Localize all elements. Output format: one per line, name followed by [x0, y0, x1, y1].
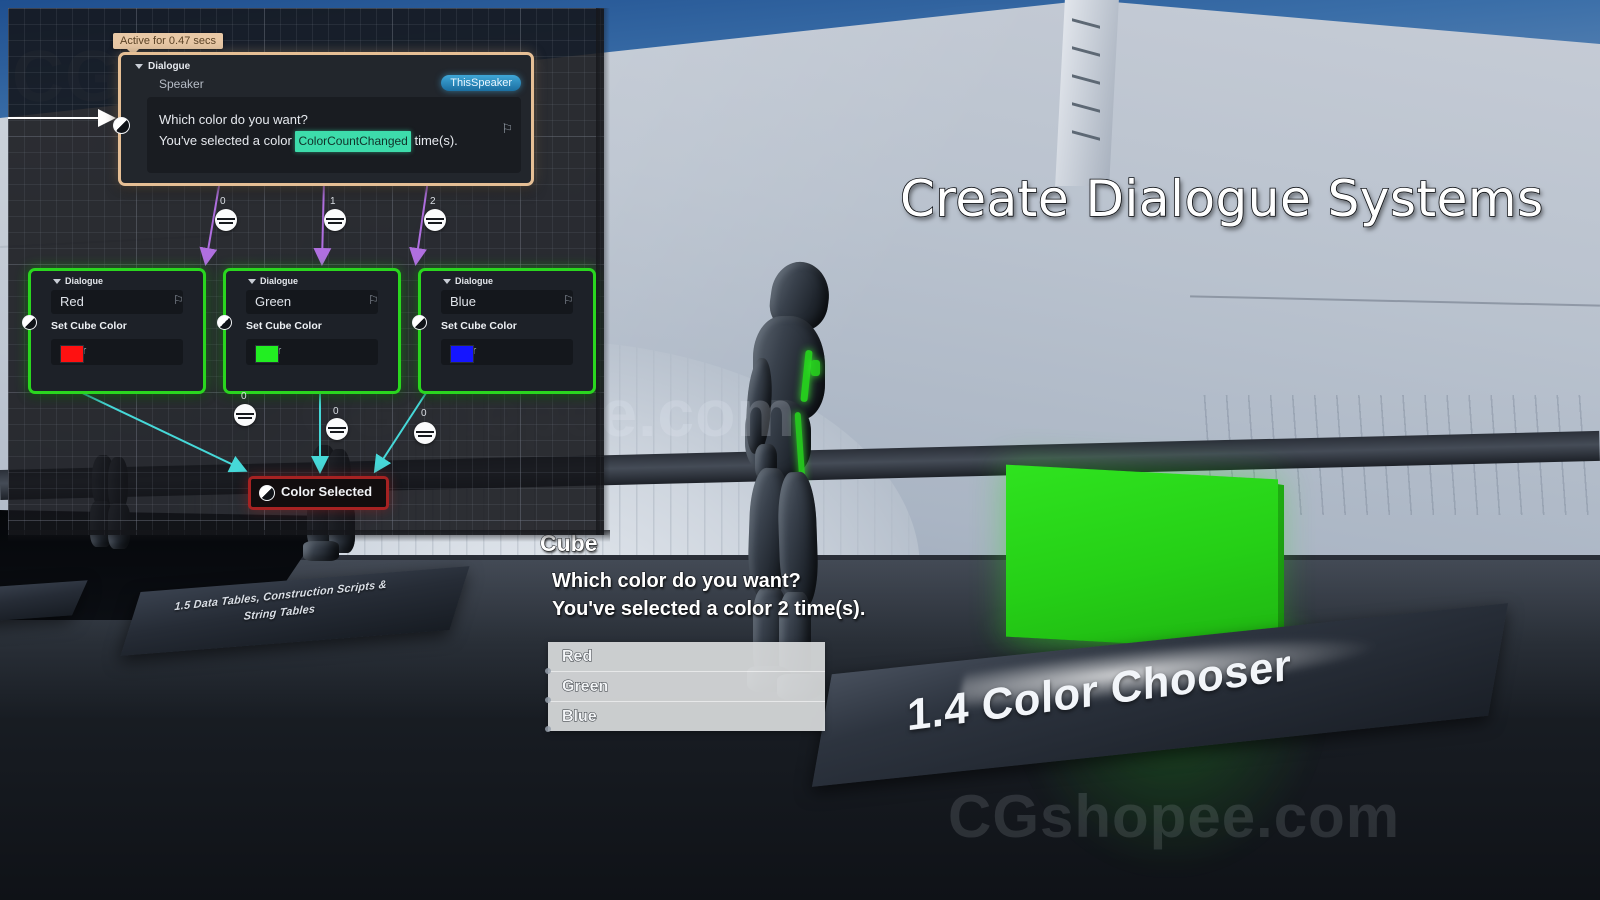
node-header: Dialogue	[135, 61, 190, 72]
color-selected-node[interactable]: Color Selected	[248, 476, 389, 510]
node-action-title: Set Cube Color	[51, 320, 127, 332]
color-selected-label: Color Selected	[281, 484, 373, 499]
node-header-label: Dialogue	[148, 61, 191, 72]
dialogue-choice-red[interactable]: Red	[548, 642, 825, 672]
dialogue-root-node[interactable]: Dialogue Speaker ThisSpeaker Which color…	[113, 52, 534, 186]
option-text: Green	[255, 294, 292, 309]
node-text-suffix: time(s).	[414, 133, 458, 148]
active-for-tooltip: Active for 0.47 secs	[113, 33, 223, 55]
speaker-label: Speaker	[159, 77, 204, 91]
reroute-pin-2-icon[interactable]	[424, 209, 446, 231]
reroute-pin-0-icon[interactable]	[215, 209, 237, 231]
lower-reroute-index-0: 0	[241, 391, 247, 402]
color-node-red[interactable]: Dialogue Red ⚐ Set Cube Color Color	[22, 268, 206, 394]
color-param-row: Color	[441, 339, 573, 365]
option-text-field[interactable]: Red	[51, 290, 183, 314]
pillar	[1055, 0, 1119, 186]
option-text: Red	[60, 294, 84, 309]
collapse-triangle-icon[interactable]	[248, 278, 256, 284]
node-dialogue-text: Which color do you want? You've selected…	[159, 109, 458, 152]
dialogue-choice-list[interactable]: Red Green Blue	[545, 642, 825, 732]
graph-right-fade	[596, 8, 610, 535]
collapse-triangle-icon[interactable]	[53, 278, 61, 284]
mannequin-foot	[303, 541, 339, 561]
option-text-field[interactable]: Blue	[441, 290, 573, 314]
variable-chip-colorcountchanged[interactable]: ColorCountChanged	[295, 131, 411, 152]
graph-bottom-fade	[8, 530, 610, 542]
exec-pin-icon[interactable]	[259, 485, 275, 501]
reroute-index-2: 2	[430, 196, 436, 207]
flag-icon: ⚐	[501, 121, 513, 136]
node-action-title: Set Cube Color	[246, 320, 322, 332]
node-header: Dialogue	[248, 276, 298, 286]
node-text-prefix: You've selected a color	[159, 133, 292, 148]
color-swatch-green[interactable]	[255, 345, 279, 363]
color-cube	[1006, 464, 1278, 652]
collapse-triangle-icon[interactable]	[135, 64, 143, 69]
blueprint-graph-overlay[interactable]: Active for 0.47 secs Dialogue Speaker Th…	[8, 8, 604, 535]
node-header-label: Dialogue	[260, 276, 299, 286]
option-text-field[interactable]: Green	[246, 290, 378, 314]
node-header-label: Dialogue	[455, 276, 494, 286]
lower-reroute-index-1: 0	[333, 406, 339, 417]
node-action-title: Set Cube Color	[441, 320, 517, 332]
mannequin-accent	[811, 360, 820, 376]
node-text-line2: You've selected a color ColorCountChange…	[159, 130, 458, 152]
color-swatch-red[interactable]	[60, 345, 84, 363]
lower-reroute-pin-2-icon[interactable]	[414, 422, 436, 444]
dialogue-line-2: You've selected a color 2 time(s).	[551, 597, 866, 620]
speaker-value-pin[interactable]: ThisSpeaker	[441, 75, 521, 91]
lower-reroute-pin-1-icon[interactable]	[326, 418, 348, 440]
dialogue-choice-green[interactable]: Green	[548, 672, 825, 702]
screenshot-root: 1.5 Data Tables, Construction Scripts & …	[0, 0, 1600, 900]
exec-input-pin-icon[interactable]	[412, 315, 427, 330]
color-param-row: Color	[51, 339, 183, 365]
node-header: Dialogue	[443, 276, 493, 286]
node-header-label: Dialogue	[65, 276, 104, 286]
choice-marker	[545, 668, 551, 674]
reroute-pin-1-icon[interactable]	[324, 209, 346, 231]
color-param-row: Color	[246, 339, 378, 365]
lower-reroute-pin-0-icon[interactable]	[234, 404, 256, 426]
color-swatch-blue[interactable]	[450, 345, 474, 363]
color-node-green[interactable]: Dialogue Green ⚐ Set Cube Color Color	[217, 268, 401, 394]
node-text-line1: Which color do you want?	[159, 112, 308, 127]
reroute-index-1: 1	[330, 196, 336, 207]
exec-input-pin-icon[interactable]	[22, 315, 37, 330]
game-dialogue-widget: Cube Which color do you want? You've sel…	[540, 530, 866, 732]
exec-input-pin-icon[interactable]	[217, 315, 232, 330]
option-text: Blue	[450, 294, 477, 309]
dialogue-choice-blue[interactable]: Blue	[548, 702, 825, 731]
flag-icon: ⚐	[563, 293, 574, 307]
lower-reroute-index-2: 0	[421, 408, 427, 419]
color-node-blue[interactable]: Dialogue Blue ⚐ Set Cube Color Color	[412, 268, 596, 394]
dialogue-line-1: Which color do you want?	[551, 569, 801, 592]
node-header: Dialogue	[53, 276, 103, 286]
exec-input-pin-icon[interactable]	[113, 117, 130, 134]
flag-icon: ⚐	[173, 293, 184, 307]
reroute-index-0: 0	[220, 196, 226, 207]
choice-marker	[545, 726, 551, 732]
node-text-body: Which color do you want? You've selected…	[147, 97, 521, 173]
collapse-triangle-icon[interactable]	[443, 278, 451, 284]
flag-icon: ⚐	[368, 293, 379, 307]
hero-title: Create Dialogue Systems	[899, 169, 1544, 229]
choice-marker	[545, 697, 551, 703]
